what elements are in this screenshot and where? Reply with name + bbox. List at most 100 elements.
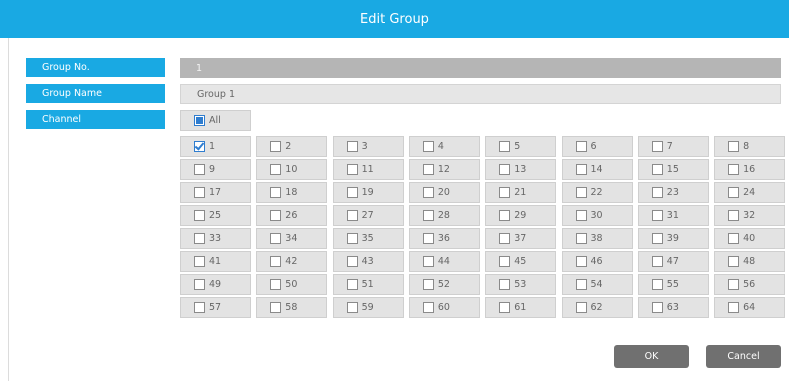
checkbox-box[interactable] <box>422 141 434 152</box>
checkbox-box[interactable] <box>346 302 358 313</box>
channel-3-checkbox[interactable]: 3 <box>332 136 404 157</box>
checkbox-box[interactable] <box>499 302 511 313</box>
channel-25-checkbox[interactable]: 25 <box>180 205 251 226</box>
channel-52-checkbox[interactable]: 52 <box>408 274 480 295</box>
channel-64-checkbox[interactable]: 64 <box>714 297 786 318</box>
channel-4-checkbox[interactable]: 4 <box>408 136 480 157</box>
checkbox-box[interactable] <box>575 187 587 198</box>
checkbox-box[interactable] <box>651 210 663 221</box>
cancel-button[interactable]: Cancel <box>706 345 781 368</box>
channel-19-checkbox[interactable]: 19 <box>332 182 404 203</box>
channel-59-checkbox[interactable]: 59 <box>332 297 404 318</box>
channel-all-checkbox[interactable]: All <box>180 110 251 131</box>
checkbox-box[interactable] <box>346 279 358 290</box>
checkbox-box[interactable] <box>346 256 358 267</box>
checkbox-box[interactable] <box>422 279 434 290</box>
channel-61-checkbox[interactable]: 61 <box>485 297 557 318</box>
channel-43-checkbox[interactable]: 43 <box>332 251 404 272</box>
channel-9-checkbox[interactable]: 9 <box>180 159 251 180</box>
checkbox-box[interactable] <box>499 233 511 244</box>
checkbox-box[interactable] <box>651 279 663 290</box>
checkbox-box[interactable] <box>270 256 282 267</box>
channel-15-checkbox[interactable]: 15 <box>637 159 709 180</box>
checkbox-box[interactable] <box>194 302 205 313</box>
channel-13-checkbox[interactable]: 13 <box>485 159 557 180</box>
channel-16-checkbox[interactable]: 16 <box>714 159 786 180</box>
checkbox-box[interactable] <box>575 279 587 290</box>
checkbox-box[interactable] <box>575 302 587 313</box>
channel-40-checkbox[interactable]: 40 <box>714 228 786 249</box>
checkbox-box[interactable] <box>499 141 511 152</box>
channel-56-checkbox[interactable]: 56 <box>714 274 786 295</box>
channel-32-checkbox[interactable]: 32 <box>714 205 786 226</box>
checkbox-box[interactable] <box>346 164 358 175</box>
checkbox-box[interactable] <box>194 279 205 290</box>
checkbox-box[interactable] <box>575 141 587 152</box>
channel-57-checkbox[interactable]: 57 <box>180 297 251 318</box>
channel-54-checkbox[interactable]: 54 <box>561 274 633 295</box>
checkbox-box[interactable] <box>270 187 282 198</box>
checkbox-box[interactable] <box>499 279 511 290</box>
channel-63-checkbox[interactable]: 63 <box>637 297 709 318</box>
checkbox-box[interactable] <box>651 187 663 198</box>
channel-53-checkbox[interactable]: 53 <box>485 274 557 295</box>
channel-21-checkbox[interactable]: 21 <box>485 182 557 203</box>
checkbox-box[interactable] <box>728 279 740 290</box>
checkbox-box[interactable] <box>575 256 587 267</box>
channel-60-checkbox[interactable]: 60 <box>408 297 480 318</box>
channel-30-checkbox[interactable]: 30 <box>561 205 633 226</box>
checkbox-box[interactable] <box>194 164 205 175</box>
checkbox-box[interactable] <box>346 233 358 244</box>
channel-36-checkbox[interactable]: 36 <box>408 228 480 249</box>
checkbox-box[interactable] <box>270 141 282 152</box>
channel-14-checkbox[interactable]: 14 <box>561 159 633 180</box>
checkbox-box[interactable] <box>270 302 282 313</box>
channel-18-checkbox[interactable]: 18 <box>256 182 328 203</box>
channel-33-checkbox[interactable]: 33 <box>180 228 251 249</box>
checkbox-box[interactable] <box>499 187 511 198</box>
checkbox-box[interactable] <box>270 210 282 221</box>
channel-39-checkbox[interactable]: 39 <box>637 228 709 249</box>
channel-42-checkbox[interactable]: 42 <box>256 251 328 272</box>
channel-29-checkbox[interactable]: 29 <box>485 205 557 226</box>
channel-11-checkbox[interactable]: 11 <box>332 159 404 180</box>
channel-58-checkbox[interactable]: 58 <box>256 297 328 318</box>
checkbox-box[interactable] <box>728 256 740 267</box>
checkbox-box[interactable] <box>499 164 511 175</box>
checkbox-box[interactable] <box>651 164 663 175</box>
channel-5-checkbox[interactable]: 5 <box>485 136 557 157</box>
checkbox-box[interactable] <box>728 210 740 221</box>
checkbox-box[interactable] <box>422 164 434 175</box>
channel-7-checkbox[interactable]: 7 <box>637 136 709 157</box>
channel-6-checkbox[interactable]: 6 <box>561 136 633 157</box>
checkbox-box[interactable] <box>270 233 282 244</box>
channel-28-checkbox[interactable]: 28 <box>408 205 480 226</box>
channel-62-checkbox[interactable]: 62 <box>561 297 633 318</box>
channel-50-checkbox[interactable]: 50 <box>256 274 328 295</box>
channel-20-checkbox[interactable]: 20 <box>408 182 480 203</box>
checkbox-box[interactable] <box>651 256 663 267</box>
channel-34-checkbox[interactable]: 34 <box>256 228 328 249</box>
checkbox-box[interactable] <box>270 164 282 175</box>
checkbox-box[interactable] <box>194 141 205 152</box>
channel-27-checkbox[interactable]: 27 <box>332 205 404 226</box>
checkbox-box[interactable] <box>422 302 434 313</box>
channel-31-checkbox[interactable]: 31 <box>637 205 709 226</box>
group-name-input[interactable]: Group 1 <box>180 84 781 104</box>
checkbox-box[interactable] <box>422 187 434 198</box>
checkbox-box[interactable] <box>422 210 434 221</box>
checkbox-box[interactable] <box>728 302 740 313</box>
checkbox-box[interactable] <box>728 164 740 175</box>
checkbox-box[interactable] <box>575 210 587 221</box>
channel-10-checkbox[interactable]: 10 <box>256 159 328 180</box>
checkbox-box[interactable] <box>575 164 587 175</box>
channel-44-checkbox[interactable]: 44 <box>408 251 480 272</box>
channel-55-checkbox[interactable]: 55 <box>637 274 709 295</box>
channel-12-checkbox[interactable]: 12 <box>408 159 480 180</box>
channel-24-checkbox[interactable]: 24 <box>714 182 786 203</box>
channel-45-checkbox[interactable]: 45 <box>485 251 557 272</box>
channel-2-checkbox[interactable]: 2 <box>256 136 328 157</box>
checkbox-box[interactable] <box>194 187 205 198</box>
channel-17-checkbox[interactable]: 17 <box>180 182 251 203</box>
checkbox-box[interactable] <box>651 141 663 152</box>
